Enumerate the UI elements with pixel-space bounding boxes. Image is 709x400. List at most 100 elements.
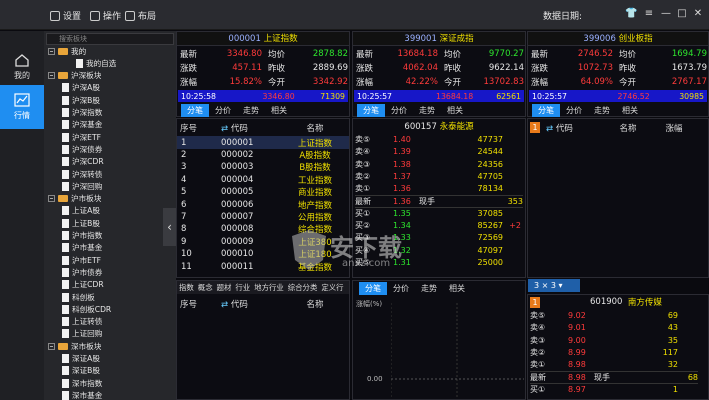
tab-3[interactable]: 相关	[441, 104, 469, 117]
tab-2[interactable]: 走势	[237, 104, 265, 117]
close-icon[interactable]: ✕	[692, 8, 704, 20]
tree-item[interactable]: 沪深B股	[62, 94, 100, 106]
bid-price: 1.35	[393, 208, 411, 218]
rcol-name[interactable]: 名称	[602, 122, 654, 134]
bcol-code-label: 代码	[230, 299, 248, 310]
collapse-tree-button[interactable]: ‹	[163, 208, 176, 246]
tree-item[interactable]: 科创板	[62, 291, 95, 303]
col-code[interactable]: ⇄ 代码	[221, 122, 285, 134]
chart-tab[interactable]: 走势	[415, 282, 443, 295]
tree-search-input[interactable]: 搜索板块	[46, 33, 174, 45]
bcol-code[interactable]: ⇄ 代码	[221, 298, 285, 310]
tree-item[interactable]: 沪深指数	[62, 107, 102, 119]
tab-0[interactable]: 分笔	[532, 104, 560, 117]
table-row[interactable]: 3 000003 B股指数	[177, 161, 349, 174]
bottom-tab[interactable]: 地方行业	[252, 281, 286, 294]
tree-item[interactable]: 科创板CDR	[62, 303, 111, 315]
collapse-icon[interactable]	[48, 72, 55, 80]
bottom-tab[interactable]: 行业	[233, 281, 252, 294]
tab-0[interactable]: 分笔	[181, 104, 209, 117]
collapse-icon[interactable]	[48, 47, 55, 55]
stat-value: 3346.80	[226, 49, 262, 59]
tree-item[interactable]: 上证B股	[62, 217, 100, 229]
chart-tab[interactable]: 分价	[387, 282, 415, 295]
tree-item[interactable]: 深市基金	[62, 389, 102, 400]
tree-item[interactable]: 沪深CDR	[62, 156, 104, 168]
tree-item[interactable]: 上证A股	[62, 205, 100, 217]
tree-item[interactable]: 沪深ETF	[62, 131, 101, 143]
index-title[interactable]: 399001 深证成指	[353, 32, 525, 46]
tree-item[interactable]: 沪深基金	[62, 119, 102, 131]
tree-item[interactable]: 沪深转债	[62, 168, 102, 180]
tree-item[interactable]: 沪市基金	[62, 242, 102, 254]
index-name: 创业板指	[618, 34, 653, 44]
bottom-tab[interactable]: 定义行	[319, 281, 345, 294]
menu-icon[interactable]: ≡	[643, 8, 655, 20]
watermark-subtext: anxz.com	[342, 258, 391, 269]
tab-1[interactable]: 分价	[385, 104, 413, 117]
tree-item[interactable]: 上证CDR	[62, 279, 104, 291]
rcol-code[interactable]: ⇄ 代码	[546, 122, 602, 134]
chart-tab[interactable]: 相关	[443, 282, 471, 295]
tree-item[interactable]: 我的	[48, 45, 86, 57]
ask-label: 卖②	[530, 347, 546, 357]
ask-price: 1.36	[393, 184, 411, 194]
settings-menu[interactable]: 设置	[50, 9, 81, 22]
table-row[interactable]: 6 000006 地产指数	[177, 198, 349, 211]
col-name[interactable]: 名称	[285, 122, 345, 134]
index-stat-row: 涨幅 64.09% 今开 2767.17	[531, 75, 707, 89]
tree-item[interactable]: 上证转债	[62, 316, 102, 328]
rcol-change[interactable]: 涨幅	[654, 122, 694, 134]
tree-item[interactable]: 沪深A股	[62, 82, 100, 94]
bottom-tab[interactable]: 概念	[196, 281, 215, 294]
tree-item[interactable]: 沪市板块	[48, 193, 101, 205]
tree-item[interactable]: 深市指数	[62, 377, 102, 389]
index-title[interactable]: 399006 创业板指	[528, 32, 708, 46]
tab-2[interactable]: 走势	[588, 104, 616, 117]
nav-mine[interactable]: 我的	[0, 45, 44, 89]
skin-icon[interactable]: 👕	[625, 8, 637, 20]
chart-icon	[14, 93, 30, 107]
tab-1[interactable]: 分价	[209, 104, 237, 117]
bottom-tab[interactable]: 题材	[215, 281, 234, 294]
table-row[interactable]: 5 000005 商业指数	[177, 186, 349, 199]
tree-item[interactable]: 沪市指数	[62, 230, 102, 242]
tree-item[interactable]: 深证A股	[62, 353, 100, 365]
stat-label: 均价	[619, 50, 637, 60]
layout-select[interactable]: 3 × 3 ▾	[528, 279, 580, 292]
tree-item-label: 深证B股	[72, 366, 100, 376]
maximize-icon[interactable]: □	[676, 8, 688, 20]
table-row[interactable]: 1 000001 上证指数	[177, 136, 349, 149]
tree-item[interactable]: 上证回购	[62, 328, 102, 340]
tree-item[interactable]: 沪深板块	[48, 70, 101, 82]
collapse-icon[interactable]	[48, 195, 55, 203]
tree-item[interactable]: 深证B股	[62, 365, 100, 377]
tick-price: 2746.52	[617, 91, 650, 101]
tree-item[interactable]: 沪市债券	[62, 266, 102, 278]
chart-tab[interactable]: 分笔	[359, 282, 387, 295]
tab-3[interactable]: 相关	[616, 104, 644, 117]
table-row[interactable]: 2 000002 A股指数	[177, 148, 349, 161]
nav-quotes[interactable]: 行情	[0, 85, 44, 129]
tree-item[interactable]: 深市板块	[48, 340, 101, 352]
tab-3[interactable]: 相关	[265, 104, 293, 117]
bottom-tab[interactable]: 综合分类	[286, 281, 320, 294]
tab-1[interactable]: 分价	[560, 104, 588, 117]
layout-menu[interactable]: 布局	[125, 9, 156, 22]
tree-item-label: 深市基金	[72, 390, 103, 400]
tree-item[interactable]: 沪深债券	[62, 143, 102, 155]
col-seq[interactable]: 序号	[177, 122, 221, 134]
table-row[interactable]: 4 000004 工业指数	[177, 173, 349, 186]
collapse-icon[interactable]	[48, 342, 55, 350]
bcol-name[interactable]: 名称	[285, 298, 345, 310]
tab-0[interactable]: 分笔	[357, 104, 385, 117]
bottom-tab[interactable]: 指数	[177, 281, 196, 294]
minimize-icon[interactable]: —	[660, 8, 672, 20]
index-title[interactable]: 000001 上证指数	[177, 32, 349, 46]
bcol-seq[interactable]: 序号	[177, 298, 221, 310]
tree-item[interactable]: 我的自选	[76, 57, 116, 69]
tree-item[interactable]: 沪深回购	[62, 180, 102, 192]
tree-item[interactable]: 沪市ETF	[62, 254, 101, 266]
operate-menu[interactable]: 操作	[90, 9, 121, 22]
tab-2[interactable]: 走势	[413, 104, 441, 117]
